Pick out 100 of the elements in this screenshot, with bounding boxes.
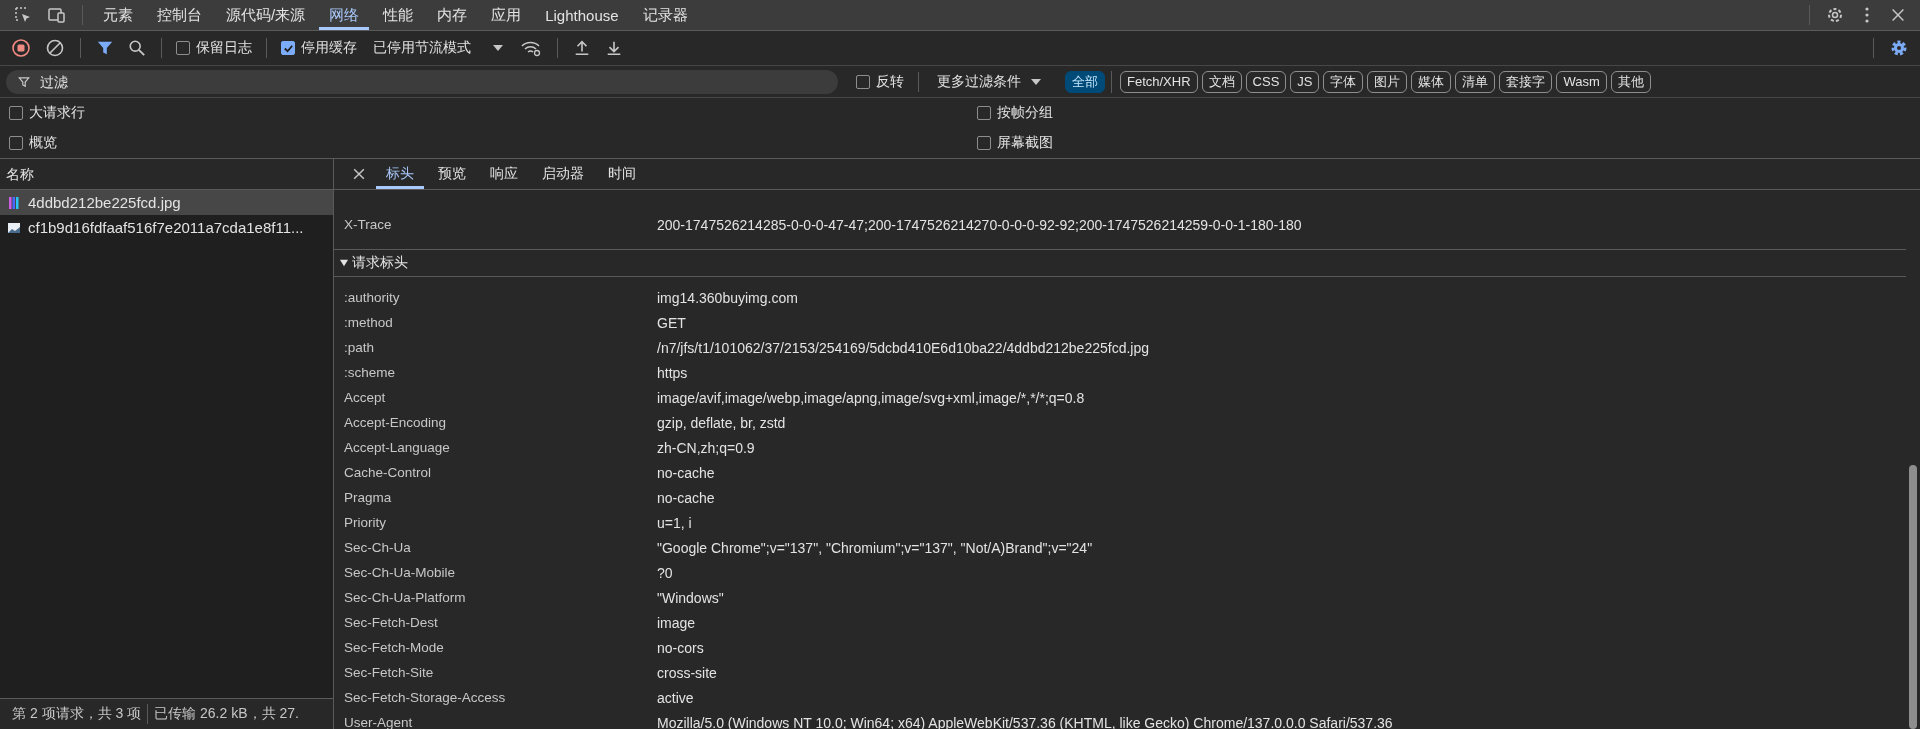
type-filter-chip[interactable]: 字体 [1323, 70, 1364, 93]
panel-tab[interactable]: 内存 [427, 0, 478, 30]
checkbox[interactable] [176, 41, 190, 55]
panel-tab[interactable]: 源代码/来源 [216, 0, 316, 30]
upload-icon[interactable] [573, 39, 591, 57]
header-value: zh-CN,zh;q=0.9 [657, 439, 755, 456]
header-value: "Windows" [657, 589, 724, 606]
type-filter-chip[interactable]: 套接字 [1499, 70, 1553, 93]
header-name: Cache-Control [344, 465, 433, 480]
triangle-icon [340, 259, 348, 267]
header-value: no-cors [657, 639, 704, 656]
request-row[interactable]: 4ddbd212be225fcd.jpg [0, 190, 333, 215]
checkbox-label: 按帧分组 [997, 104, 1053, 122]
detail-tab[interactable]: 响应 [480, 159, 528, 189]
throttling-dropdown[interactable]: 已停用节流模式 [365, 39, 511, 57]
filter-field[interactable]: 过滤 [6, 69, 838, 94]
header-name: Sec-Ch-Ua-Mobile [344, 565, 457, 580]
type-filter-chip[interactable]: Fetch/XHR [1120, 70, 1198, 93]
header-value: u=1, i [657, 514, 692, 531]
search-icon[interactable] [128, 39, 146, 57]
header-value: 200-1747526214285-0-0-0-47-47;200-1747526214270-0-0-0-92-92;200-1747526214259-0-0-1-180-180 [657, 216, 1302, 233]
header-name: Sec-Fetch-Storage-Access [344, 690, 507, 705]
header-name: Pragma [344, 490, 393, 505]
detail-tab[interactable]: 预览 [428, 159, 476, 189]
checkbox-label: 大请求行 [29, 104, 85, 122]
header-name: User-Agent [344, 715, 414, 729]
type-filter-chip[interactable]: JS [1290, 70, 1320, 93]
header-name: Priority [344, 515, 387, 530]
scrollbar-thumb[interactable] [1909, 465, 1917, 729]
header-value: no-cache [657, 489, 715, 506]
type-filter-chip[interactable]: CSS [1245, 70, 1287, 93]
header-name: Sec-Ch-Ua-Platform [344, 590, 467, 605]
panel-tab[interactable]: 元素 [93, 0, 143, 30]
checkbox[interactable] [281, 41, 295, 55]
settings-icon[interactable] [1825, 5, 1845, 25]
header-value: "Google Chrome";v="137", "Chromium";v="137", "Not/A)Brand";v="24" [657, 539, 1093, 556]
panel-tab[interactable]: 性能 [373, 0, 424, 30]
image-file-icon [8, 195, 20, 210]
record-icon[interactable] [11, 38, 31, 58]
detail-tab[interactable]: 标头 [376, 159, 424, 189]
request-name: cf1b9d16fdfaaf516f7e2011a7cda1e8f11... [28, 219, 304, 236]
header-name: Sec-Fetch-Mode [344, 640, 445, 655]
download-icon[interactable] [605, 39, 623, 57]
header-value: active [657, 689, 694, 706]
header-value: gzip, deflate, br, zstd [657, 414, 786, 431]
section-header[interactable]: 请求标头 [340, 254, 408, 272]
header-value: GET [657, 314, 686, 331]
clear-icon[interactable] [45, 38, 65, 58]
status-text: 第 2 项请求，共 3 项 [12, 705, 142, 723]
header-name: Accept [344, 390, 387, 405]
header-value: img14.360buyimg.com [657, 289, 798, 306]
panel-tab[interactable]: 记录器 [632, 0, 698, 30]
type-filter-chip[interactable]: 图片 [1367, 70, 1408, 93]
close-icon[interactable] [351, 166, 367, 182]
header-name: Sec-Fetch-Dest [344, 615, 439, 630]
header-value: cross-site [657, 664, 717, 681]
type-filter-chip[interactable]: 清单 [1455, 70, 1496, 93]
checkbox[interactable] [977, 106, 991, 120]
settings-icon[interactable] [1889, 38, 1909, 58]
header-name: Sec-Ch-Ua [344, 540, 412, 555]
type-filter-chip[interactable]: Wasm [1556, 70, 1607, 93]
panel-tab[interactable]: 网络 [319, 0, 370, 30]
device-toolbar-icon[interactable] [47, 5, 67, 25]
image-thumbnail-icon [8, 222, 20, 233]
header-value: https [657, 364, 688, 381]
detail-tab[interactable]: 时间 [598, 159, 646, 189]
more-options-icon[interactable] [1864, 5, 1870, 25]
panel-tab[interactable]: Lighthouse [535, 0, 629, 30]
checkbox[interactable] [9, 106, 23, 120]
checkbox-label: 屏幕截图 [997, 134, 1053, 152]
checkbox[interactable] [9, 136, 23, 150]
header-name: Accept-Encoding [344, 415, 448, 430]
panel-tab[interactable]: 控制台 [147, 0, 212, 30]
checkbox-label: 停用缓存 [301, 39, 357, 57]
header-name: Sec-Fetch-Site [344, 665, 435, 680]
header-name: :scheme [344, 365, 397, 380]
detail-tab[interactable]: 启动器 [532, 159, 594, 189]
header-name: :method [344, 315, 394, 330]
request-name: 4ddbd212be225fcd.jpg [28, 194, 181, 211]
close-icon[interactable] [1889, 6, 1907, 24]
type-filter-chip[interactable]: 文档 [1201, 70, 1242, 93]
more-filters-dropdown[interactable]: 更多过滤条件 [929, 72, 1049, 91]
header-value: no-cache [657, 464, 715, 481]
request-row[interactable]: cf1b9d16fdfaaf516f7e2011a7cda1e8f11... [0, 215, 333, 240]
header-name: X-Trace [344, 217, 393, 232]
type-filter-chip[interactable]: 其他 [1610, 70, 1651, 93]
checkbox[interactable] [977, 136, 991, 150]
header-name: Accept-Language [344, 440, 451, 455]
filter-icon[interactable] [96, 39, 114, 57]
header-value: image/avif,image/webp,image/apng,image/svg+xml,image/*,*/*;q=0.8 [657, 389, 1085, 406]
caret-icon [1031, 78, 1041, 85]
type-filter-chip[interactable]: 全部 [1065, 70, 1105, 93]
panel-tab[interactable]: 应用 [481, 0, 532, 30]
header-value: ?0 [657, 564, 673, 581]
header-value: /n7/jfs/t1/101062/37/2153/254169/5dcbd410E6d10ba22/4ddbd212be225fcd.jpg [657, 339, 1149, 356]
type-filter-chip[interactable]: 媒体 [1411, 70, 1452, 93]
column-header[interactable]: 名称 [0, 159, 333, 190]
filter-icon [18, 75, 30, 88]
header-name: :authority [344, 290, 401, 305]
checkbox[interactable] [856, 74, 870, 89]
